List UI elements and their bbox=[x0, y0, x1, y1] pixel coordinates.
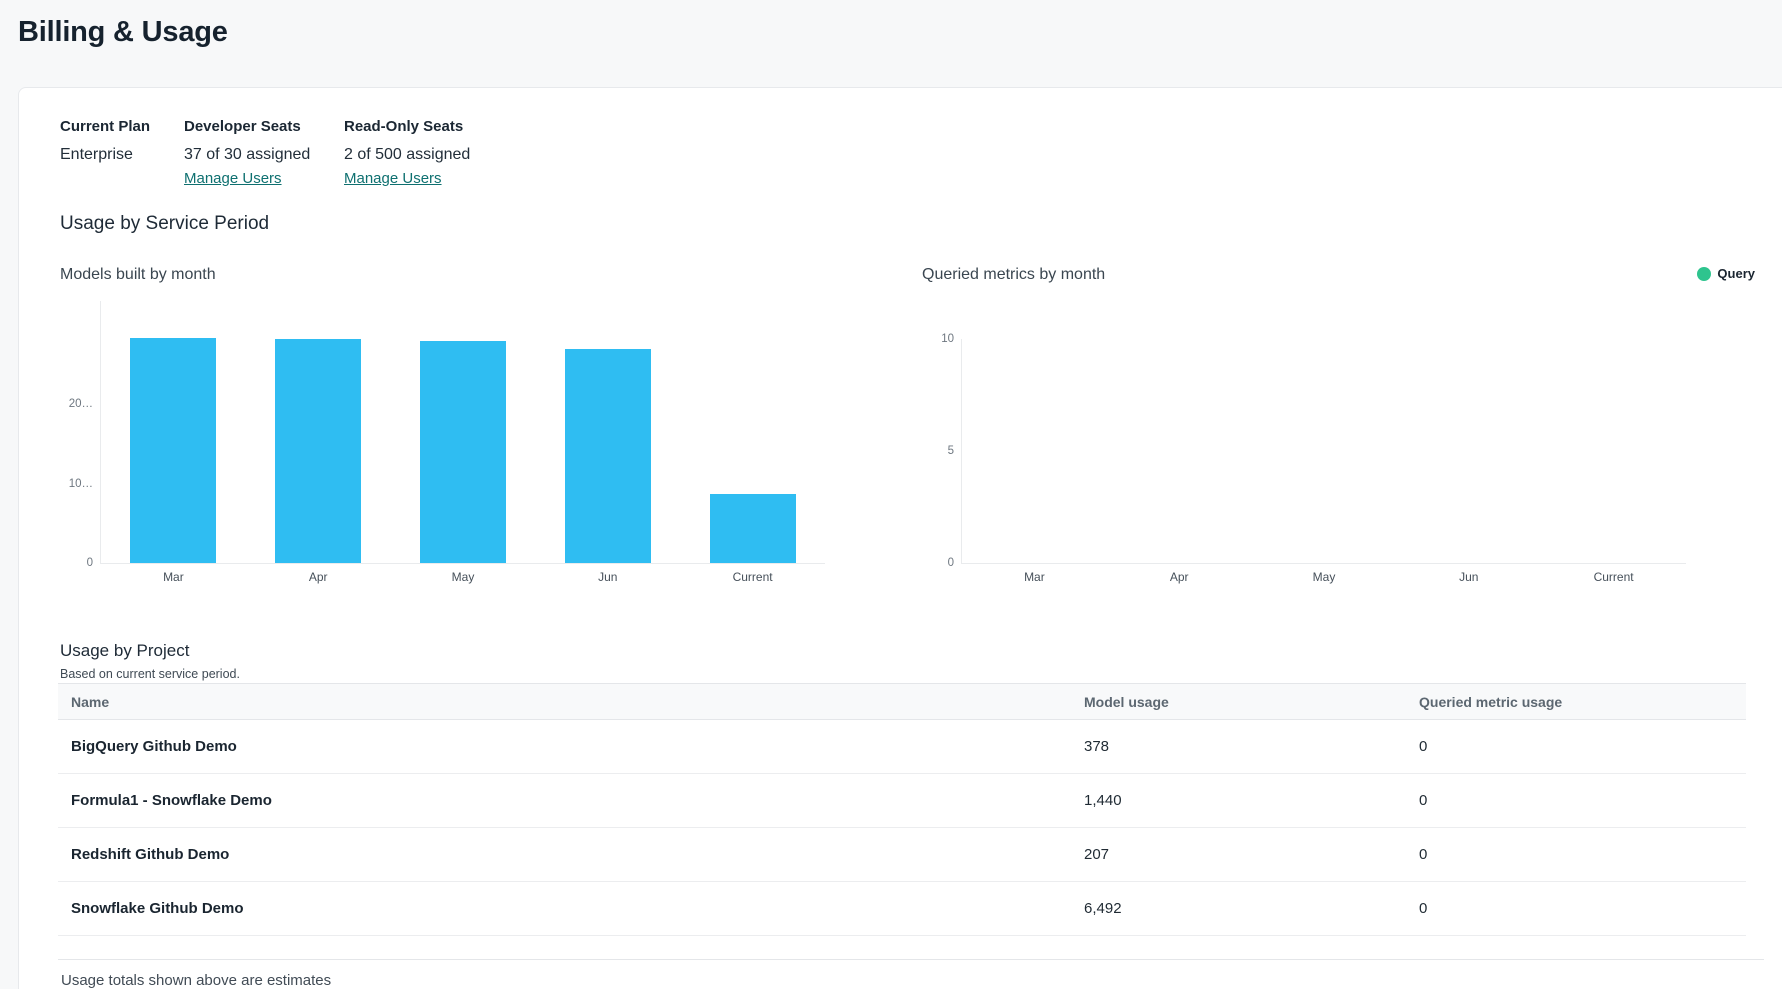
model-usage-value: 6,492 bbox=[1084, 900, 1419, 917]
table-header-row: Name Model usage Queried metric usage bbox=[58, 683, 1746, 720]
manage-users-link-readonly[interactable]: Manage Users bbox=[344, 170, 442, 187]
readonly-seats-block: Read-Only Seats 2 of 500 assigned Manage… bbox=[344, 118, 470, 188]
usage-estimates-note: Usage totals shown above are estimates bbox=[61, 972, 331, 989]
bar-jun bbox=[565, 349, 651, 563]
project-name: BigQuery Github Demo bbox=[58, 738, 1084, 755]
x-axis-tick-label: May bbox=[391, 570, 536, 584]
section-title-project: Usage by Project bbox=[60, 641, 189, 661]
table-row: BigQuery Github Demo 378 0 bbox=[58, 720, 1746, 774]
queried-metric-usage-value: 0 bbox=[1419, 846, 1746, 863]
query-legend-dot-icon bbox=[1697, 267, 1711, 281]
x-axis-tick-label: Jun bbox=[1396, 570, 1541, 584]
query-legend: Query bbox=[1697, 266, 1755, 281]
y-axis-tick-label: 5 bbox=[914, 444, 954, 458]
current-plan-block: Current Plan Enterprise bbox=[60, 118, 150, 164]
model-usage-value: 378 bbox=[1084, 738, 1419, 755]
x-axis-tick-label: Current bbox=[680, 570, 825, 584]
y-axis-tick-label: 10 bbox=[914, 332, 954, 346]
table-row: Formula1 - Snowflake Demo 1,440 0 bbox=[58, 774, 1746, 828]
manage-users-link-developer[interactable]: Manage Users bbox=[184, 170, 282, 187]
x-axis-tick-label: Jun bbox=[535, 570, 680, 584]
model-usage-value: 207 bbox=[1084, 846, 1419, 863]
queried-metric-usage-value: 0 bbox=[1419, 900, 1746, 917]
project-name: Snowflake Github Demo bbox=[58, 900, 1084, 917]
bar-mar bbox=[130, 338, 216, 563]
column-header-queried-metric-usage: Queried metric usage bbox=[1419, 694, 1746, 710]
project-section-subtitle: Based on current service period. bbox=[60, 667, 240, 681]
model-usage-value: 1,440 bbox=[1084, 792, 1419, 809]
x-axis-tick-label: Apr bbox=[1107, 570, 1252, 584]
developer-seats-value: 37 of 30 assigned bbox=[184, 146, 310, 164]
column-header-name: Name bbox=[58, 694, 1084, 710]
bar-may bbox=[420, 341, 506, 563]
y-axis-tick-label: 0 bbox=[53, 556, 93, 570]
y-axis-tick-label: 20… bbox=[53, 397, 93, 411]
developer-seats-block: Developer Seats 37 of 30 assigned Manage… bbox=[184, 118, 310, 188]
y-axis-tick-label: 0 bbox=[914, 556, 954, 570]
table-row: Redshift Github Demo 207 0 bbox=[58, 828, 1746, 882]
x-axis-tick-label: Apr bbox=[246, 570, 391, 584]
current-plan-value: Enterprise bbox=[60, 146, 150, 164]
y-axis-tick-label: 10… bbox=[53, 477, 93, 491]
x-axis-tick-label: Current bbox=[1541, 570, 1686, 584]
readonly-seats-label: Read-Only Seats bbox=[344, 118, 470, 135]
page-title: Billing & Usage bbox=[18, 16, 228, 49]
footer-divider bbox=[58, 959, 1764, 960]
queried-metric-usage-value: 0 bbox=[1419, 738, 1746, 755]
table-row: Snowflake Github Demo 6,492 0 bbox=[58, 882, 1746, 936]
section-title-service-period: Usage by Service Period bbox=[60, 213, 269, 235]
bar-current bbox=[710, 494, 796, 563]
column-header-model-usage: Model usage bbox=[1084, 694, 1419, 710]
project-name: Redshift Github Demo bbox=[58, 846, 1084, 863]
developer-seats-label: Developer Seats bbox=[184, 118, 310, 135]
x-axis-tick-label: May bbox=[1252, 570, 1397, 584]
chart-title-queried-metrics: Queried metrics by month bbox=[922, 266, 1105, 284]
usage-by-project-table: Name Model usage Queried metric usage Bi… bbox=[58, 683, 1746, 936]
models-built-chart: MarAprMayJunCurrent010…20… bbox=[100, 301, 825, 564]
project-name: Formula1 - Snowflake Demo bbox=[58, 792, 1084, 809]
bar-apr bbox=[275, 339, 361, 563]
x-axis-tick-label: Mar bbox=[962, 570, 1107, 584]
readonly-seats-value: 2 of 500 assigned bbox=[344, 146, 470, 164]
query-legend-label: Query bbox=[1717, 266, 1755, 281]
billing-card: Current Plan Enterprise Developer Seats … bbox=[18, 87, 1782, 989]
queried-metric-usage-value: 0 bbox=[1419, 792, 1746, 809]
chart-title-models: Models built by month bbox=[60, 266, 216, 284]
x-axis-tick-label: Mar bbox=[101, 570, 246, 584]
queried-metrics-chart: MarAprMayJunCurrent0510 bbox=[961, 339, 1686, 564]
current-plan-label: Current Plan bbox=[60, 118, 150, 135]
